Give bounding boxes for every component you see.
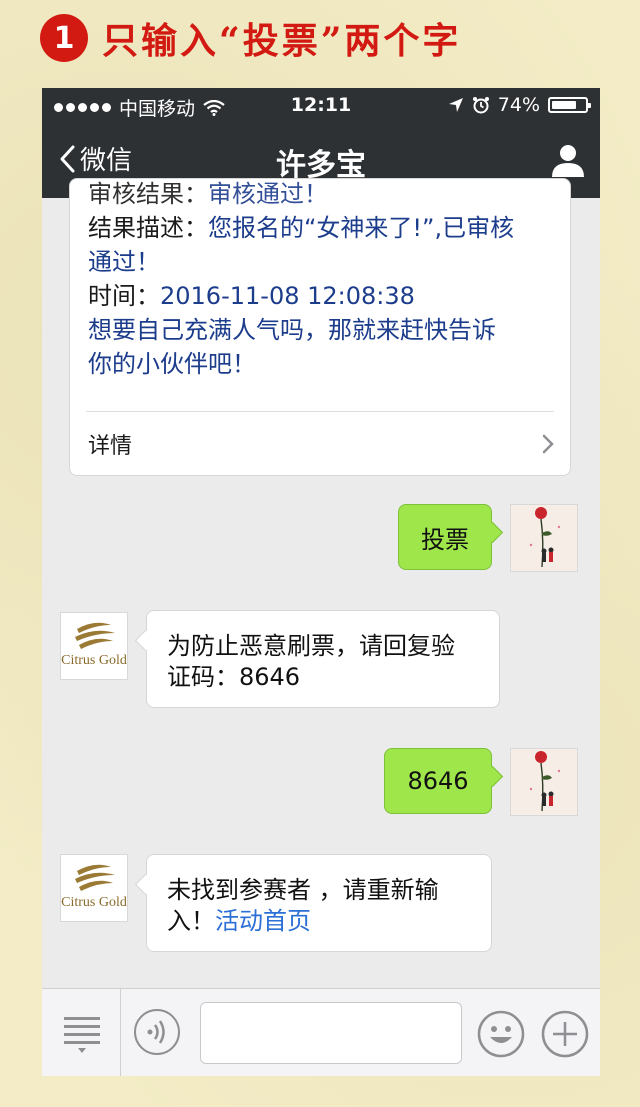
status-bar: 中国移动 12:11 74% — [42, 88, 600, 122]
card-row-time: 时间：2016-11-08 12:08:38 — [88, 282, 415, 310]
emoji-icon[interactable] — [476, 1009, 526, 1059]
card-row-description: 结果描述：您报名的“女神来了!”,已审核 — [88, 214, 515, 242]
rose-couple-image — [529, 751, 561, 812]
bot-avatar-sender: Citrus Gold — [61, 653, 127, 668]
message-bubble-incoming[interactable]: 未找到参赛者 ，请重新输 入！活动首页 — [146, 854, 492, 952]
message-text-line-1: 为防止恶意刷票，请回复验 — [167, 632, 455, 660]
card-detail-link[interactable]: 详情 — [88, 424, 554, 464]
user-avatar[interactable] — [510, 748, 578, 816]
card-detail-label: 详情 — [88, 434, 133, 459]
message-text-line-1: 未找到参赛者 ，请重新输 — [167, 876, 439, 904]
step-caption: 1 只输入“投票”两个字 — [40, 12, 461, 64]
notification-card: 审核结果：审核通过！ 结果描述：您报名的“女神来了!”,已审核 通过！ 时间：2… — [69, 178, 571, 476]
profile-icon[interactable] — [550, 142, 586, 178]
message-text-line-2: 入！活动首页 — [167, 906, 473, 937]
rose-couple-image — [529, 507, 561, 568]
user-avatar[interactable] — [510, 504, 578, 572]
voice-icon — [147, 1020, 165, 1044]
message-text-prefix: 入！ — [167, 907, 215, 935]
caption-text: 只输入“投票”两个字 — [102, 20, 462, 62]
voice-button[interactable] — [134, 1009, 180, 1055]
card-promo-line-2: 你的小伙伴吧！ — [88, 350, 256, 378]
battery-percent: 74% — [497, 94, 540, 116]
step-number-badge: 1 — [40, 14, 88, 62]
card-divider — [86, 411, 554, 412]
message-bubble-outgoing[interactable]: 8646 — [384, 748, 492, 814]
message-text-line-2: 证码：8646 — [167, 663, 301, 691]
location-arrow-icon — [448, 98, 463, 112]
citrus-gold-logo — [75, 864, 115, 891]
card-row-result: 审核结果：审核通过！ — [88, 180, 328, 208]
toolbar-divider — [120, 989, 121, 1076]
citrus-gold-logo — [75, 622, 115, 649]
input-toolbar — [42, 988, 600, 1076]
battery-icon — [548, 97, 591, 113]
bot-avatar-sender: Citrus Gold — [61, 895, 127, 910]
phone-screen: 中国移动 12:11 74% 微信 许多宝 审核结果：审核通过！ 结果描述：您报… — [42, 88, 600, 1076]
message-input[interactable] — [200, 1002, 462, 1064]
message-bubble-incoming[interactable]: 为防止恶意刷票，请回复验 证码：8646 — [146, 610, 500, 708]
card-row-description-cont: 通过！ — [88, 248, 160, 276]
message-bubble-outgoing[interactable]: 投票 — [398, 504, 492, 570]
bot-avatar[interactable]: Citrus Gold — [60, 612, 128, 680]
chevron-right-icon — [542, 434, 554, 454]
bot-avatar[interactable]: Citrus Gold — [60, 854, 128, 922]
activity-homepage-link[interactable]: 活动首页 — [215, 907, 311, 935]
menu-icon[interactable] — [62, 1011, 102, 1055]
alarm-icon — [472, 97, 489, 114]
chat-area[interactable]: 审核结果：审核通过！ 结果描述：您报名的“女神来了!”,已审核 通过！ 时间：2… — [42, 178, 600, 988]
plus-icon[interactable] — [540, 1009, 590, 1059]
card-promo-line-1: 想要自己充满人气吗，那就来赶快告诉 — [88, 316, 496, 344]
